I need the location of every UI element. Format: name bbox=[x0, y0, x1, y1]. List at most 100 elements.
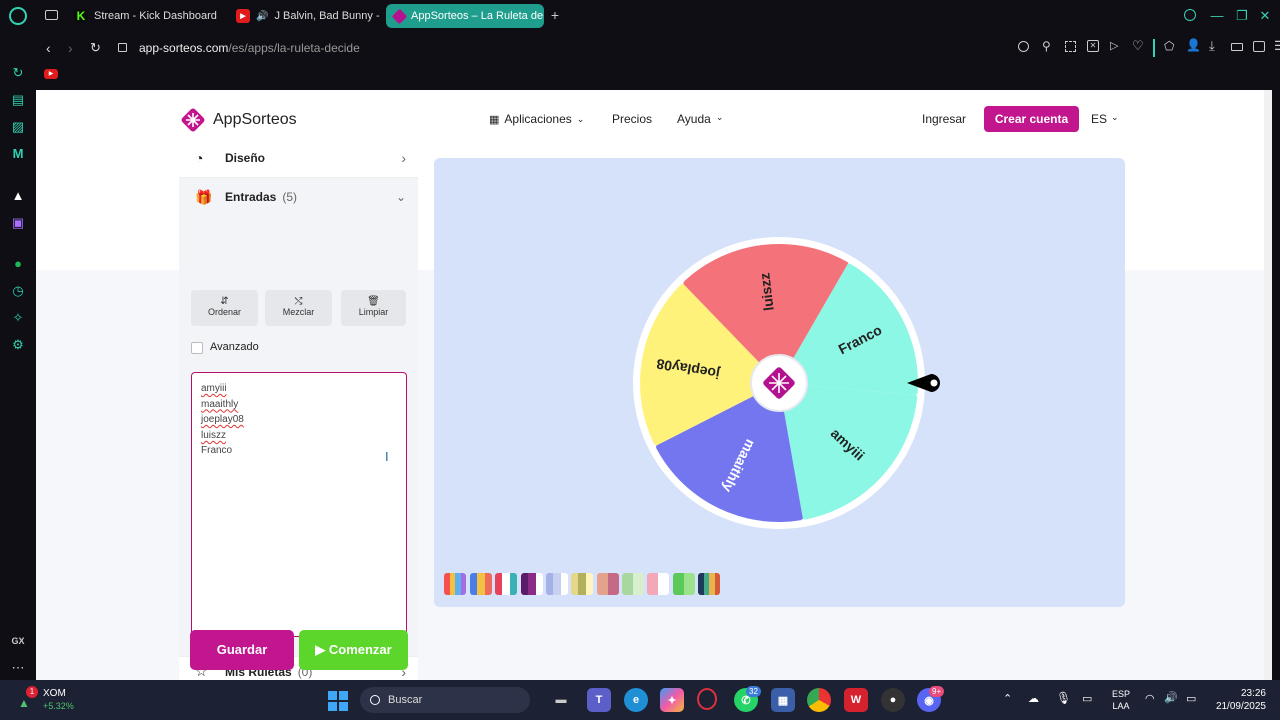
calculator-icon[interactable]: ▦ bbox=[771, 688, 795, 712]
menu-icon[interactable]: ☰ bbox=[1274, 38, 1280, 54]
entradas-section[interactable]: 🎁 Entradas (5) ⌄ bbox=[179, 178, 418, 216]
snapshot-icon[interactable] bbox=[1065, 41, 1076, 52]
language-selector[interactable]: ES ⌄ bbox=[1091, 112, 1119, 126]
history-icon[interactable]: ↻ bbox=[9, 64, 27, 82]
display-icon[interactable]: ▭ bbox=[1082, 692, 1092, 705]
battery-icon[interactable]: ▭ bbox=[1186, 692, 1196, 705]
download-icon[interactable]: ⤓ bbox=[1209, 38, 1215, 54]
taskbar-search[interactable]: Buscar bbox=[360, 687, 530, 713]
diseno-section[interactable]: ◔ Diseño › bbox=[179, 138, 418, 178]
wifi-icon[interactable]: ◠ bbox=[1145, 692, 1155, 705]
ayuda-label: Ayuda bbox=[677, 112, 711, 126]
teams-icon[interactable]: T bbox=[587, 688, 611, 712]
heart-icon[interactable]: ♡ bbox=[1132, 38, 1144, 54]
aplicaciones-menu[interactable]: ▦ Aplicaciones ⌄ bbox=[489, 112, 584, 126]
pin-icon[interactable]: ⚲ bbox=[1042, 39, 1051, 53]
palette-swatch[interactable] bbox=[622, 573, 644, 595]
mezclar-label: Mezclar bbox=[282, 307, 315, 317]
settings-icon[interactable]: ⚙ bbox=[9, 336, 27, 354]
wheel[interactable]: Francoamyiiimaaithlyjoeplay08luiszz bbox=[434, 158, 1125, 607]
discord-badge: 9+ bbox=[929, 686, 945, 697]
crear-cuenta-button[interactable]: Crear cuenta bbox=[984, 106, 1079, 132]
limpiar-button[interactable]: 🗑 Limpiar bbox=[341, 290, 406, 326]
kick-icon: K bbox=[74, 9, 88, 23]
battery-icon[interactable] bbox=[1231, 43, 1243, 51]
aria-icon[interactable]: ▲ bbox=[9, 187, 27, 205]
youtube-bookmark-icon[interactable]: ▶ bbox=[44, 69, 58, 79]
profile-icon[interactable]: 👤 bbox=[1186, 38, 1201, 52]
tab-label: Stream - Kick Dashboard bbox=[94, 10, 217, 22]
text-cursor-icon: I bbox=[385, 449, 389, 464]
mezclar-button[interactable]: ⤭ Mezclar bbox=[265, 290, 332, 326]
tab-manager-icon[interactable] bbox=[45, 10, 58, 20]
search-tabs-icon[interactable] bbox=[1184, 9, 1196, 21]
office-icon[interactable]: W bbox=[844, 688, 868, 712]
scrollbar[interactable] bbox=[1264, 90, 1272, 680]
adblock-icon[interactable]: ✕ bbox=[1087, 40, 1099, 52]
copilot-icon[interactable]: ✦ bbox=[660, 688, 684, 712]
zoom-icon[interactable] bbox=[1018, 41, 1029, 52]
volume-icon[interactable]: 🔊 bbox=[1164, 691, 1178, 704]
github-icon[interactable]: ● bbox=[881, 688, 905, 712]
opera-taskbar-icon[interactable] bbox=[697, 688, 717, 710]
more-icon[interactable]: ⋯ bbox=[9, 659, 27, 677]
close-icon[interactable]: ✕ bbox=[1257, 8, 1273, 24]
guardar-button[interactable]: Guardar bbox=[190, 630, 294, 670]
new-tab-button[interactable]: + bbox=[548, 8, 562, 22]
precios-link[interactable]: Precios bbox=[612, 112, 652, 126]
gx-icon[interactable]: GX bbox=[9, 632, 27, 650]
minimize-icon[interactable]: — bbox=[1209, 8, 1225, 24]
spotify-icon[interactable]: ● bbox=[9, 255, 27, 273]
url-field[interactable]: app-sorteos.com/es/apps/la-ruleta-decide bbox=[139, 41, 360, 55]
extensions-puzzle-icon[interactable]: ⬠ bbox=[1164, 39, 1174, 53]
ordenar-button[interactable]: ⇵ Ordenar bbox=[191, 290, 258, 326]
chrome-icon[interactable] bbox=[807, 688, 831, 712]
stock-widget[interactable]: ▲ 1 XOM +5.32% bbox=[18, 686, 98, 714]
palette-swatch[interactable] bbox=[597, 573, 619, 595]
edge-icon[interactable]: e bbox=[624, 688, 648, 712]
onedrive-icon[interactable]: ☁ bbox=[1028, 692, 1039, 705]
pinboard-icon[interactable]: ▤ bbox=[9, 91, 27, 109]
forward-icon[interactable]: › bbox=[68, 40, 73, 56]
clock[interactable]: 23:26 21/09/2025 bbox=[1210, 687, 1266, 713]
opera-logo-icon[interactable] bbox=[9, 7, 27, 25]
entry-line: joeplay08 bbox=[201, 414, 244, 426]
tab-appsorteos[interactable]: AppSorteos – La Ruleta de bbox=[386, 4, 544, 28]
palette-swatch[interactable] bbox=[647, 573, 669, 595]
tray-chevron-icon[interactable]: ⌃ bbox=[1003, 692, 1012, 705]
palette-swatch[interactable] bbox=[698, 573, 720, 595]
sidebar-toggle-icon[interactable] bbox=[1253, 41, 1265, 52]
chevron-down-icon: ⌄ bbox=[395, 190, 406, 204]
avanzado-checkbox[interactable] bbox=[191, 342, 203, 354]
back-icon[interactable]: ‹ bbox=[46, 40, 51, 56]
limpiar-label: Limpiar bbox=[358, 307, 389, 317]
palette-swatch[interactable] bbox=[673, 573, 695, 595]
play-icon[interactable]: ▷ bbox=[1110, 39, 1118, 52]
browser-sidebar: ↻ ▤ ▨ M ▲ ▣ ● ◷ ✧ ⚙ GX ⋯ bbox=[0, 32, 36, 680]
messenger-icon[interactable]: M bbox=[9, 145, 27, 163]
language-indicator[interactable]: ESP LAA bbox=[1112, 688, 1130, 712]
divider bbox=[1153, 39, 1155, 57]
twitch-icon[interactable]: ▣ bbox=[9, 214, 27, 232]
entries-textarea[interactable]: amyiii maaithly joeplay08 luiszz Franco … bbox=[191, 372, 407, 637]
palette-swatch[interactable] bbox=[470, 573, 492, 595]
tab-youtube[interactable]: ▶ 🔊 J Balvin, Bad Bunny - bbox=[228, 4, 380, 28]
ingresar-link[interactable]: Ingresar bbox=[922, 112, 966, 126]
windows-start-icon[interactable] bbox=[326, 688, 350, 712]
palette-swatch[interactable] bbox=[495, 573, 517, 595]
tab-kick[interactable]: K Stream - Kick Dashboard bbox=[66, 4, 224, 28]
clock-icon[interactable]: ◷ bbox=[9, 282, 27, 300]
palette-swatch[interactable] bbox=[571, 573, 593, 595]
palette-swatch[interactable] bbox=[521, 573, 543, 595]
file-explorer-icon[interactable]: ▬ bbox=[549, 688, 573, 712]
workspaces-icon[interactable]: ▨ bbox=[9, 118, 27, 136]
palette-swatch[interactable] bbox=[444, 573, 466, 595]
extensions-icon[interactable]: ✧ bbox=[9, 309, 27, 327]
palette-swatch[interactable] bbox=[546, 573, 568, 595]
reload-icon[interactable]: ↻ bbox=[90, 40, 101, 56]
microphone-icon[interactable]: 🎙 bbox=[1056, 691, 1071, 705]
logo[interactable]: AppSorteos bbox=[179, 106, 297, 134]
ayuda-menu[interactable]: Ayuda ⌄ bbox=[677, 112, 723, 126]
comenzar-button[interactable]: ▶ Comenzar bbox=[299, 630, 408, 670]
restore-icon[interactable]: ❐ bbox=[1234, 8, 1250, 24]
